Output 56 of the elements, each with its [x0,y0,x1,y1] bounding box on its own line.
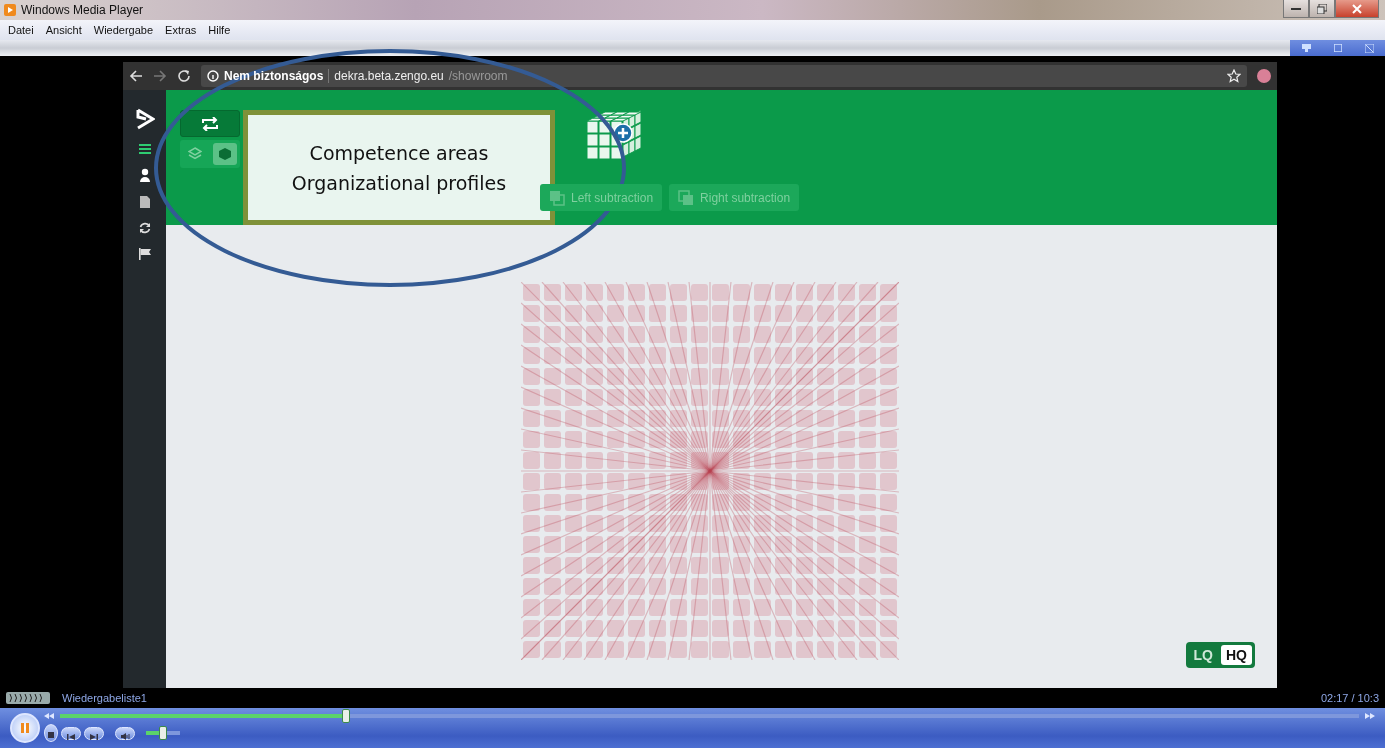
seek-thumb[interactable] [341,709,350,723]
rewind-icon[interactable] [44,713,54,719]
menu-item[interactable]: Hilfe [208,24,231,36]
fast-forward-icon[interactable] [1365,713,1375,719]
minimize-button[interactable] [1283,0,1309,18]
star-icon[interactable] [1227,69,1241,83]
cube-icon [218,147,232,161]
document-icon[interactable] [139,196,150,208]
quality-option[interactable]: LQ [1188,645,1218,665]
restore-icon [1317,3,1327,14]
menu-item[interactable]: Extras [165,24,197,36]
overlapping-squares-icon [678,189,695,206]
user-icon[interactable] [138,168,151,182]
overlapping-squares-icon [549,189,565,206]
menu-icon[interactable] [138,144,151,154]
flag-icon[interactable] [138,248,151,260]
callout-text: Organizational profiles [291,170,507,196]
profile-avatar[interactable] [1257,69,1271,83]
pause-icon [19,722,31,734]
info-icon [207,70,219,82]
callout-text: Competence areas [309,140,489,166]
quality-option[interactable]: HQ [1221,645,1252,665]
window-title: Windows Media Player [21,3,144,17]
stop-button[interactable] [44,724,58,742]
pause-button[interactable] [10,713,40,743]
back-arrow-icon[interactable] [129,69,143,83]
layers-icon [188,147,202,161]
url-host: dekra.beta.zengo.eu [334,69,444,83]
playback-time: 02:17 / 10:3 [1320,692,1379,704]
switch-view-icon[interactable] [1364,43,1374,53]
swap-button[interactable] [180,110,240,137]
close-button[interactable] [1335,0,1379,18]
menu-item[interactable]: Ansicht [45,24,82,36]
menu-item[interactable]: Datei [8,24,34,36]
next-icon [90,733,98,740]
speaker-icon [120,732,130,740]
security-label: Nem biztonságos [224,69,324,83]
previous-button[interactable] [61,726,81,740]
view-mode-button[interactable] [213,143,237,165]
volume-thumb[interactable] [159,726,167,740]
next-button[interactable] [84,726,104,740]
sync-icon[interactable] [138,222,151,234]
url-path: /showroom [448,69,508,83]
swap-arrows-icon [201,116,219,131]
close-icon [1352,3,1362,14]
address-bar[interactable]: Nem biztonságos dekra.beta.zengo.eu /showroom [201,65,1247,87]
playlist-name[interactable]: Wiedergabeliste1 [62,692,147,704]
stop-icon [48,731,54,738]
menu-item[interactable]: Wiedergabe [93,24,154,36]
media-player-icon [4,4,16,16]
restore-button[interactable] [1309,0,1335,18]
previous-icon [67,733,75,740]
reload-icon[interactable] [177,69,191,83]
logo-icon[interactable] [134,108,155,130]
mute-button[interactable] [115,726,135,740]
playlist-icon[interactable] [6,692,50,704]
